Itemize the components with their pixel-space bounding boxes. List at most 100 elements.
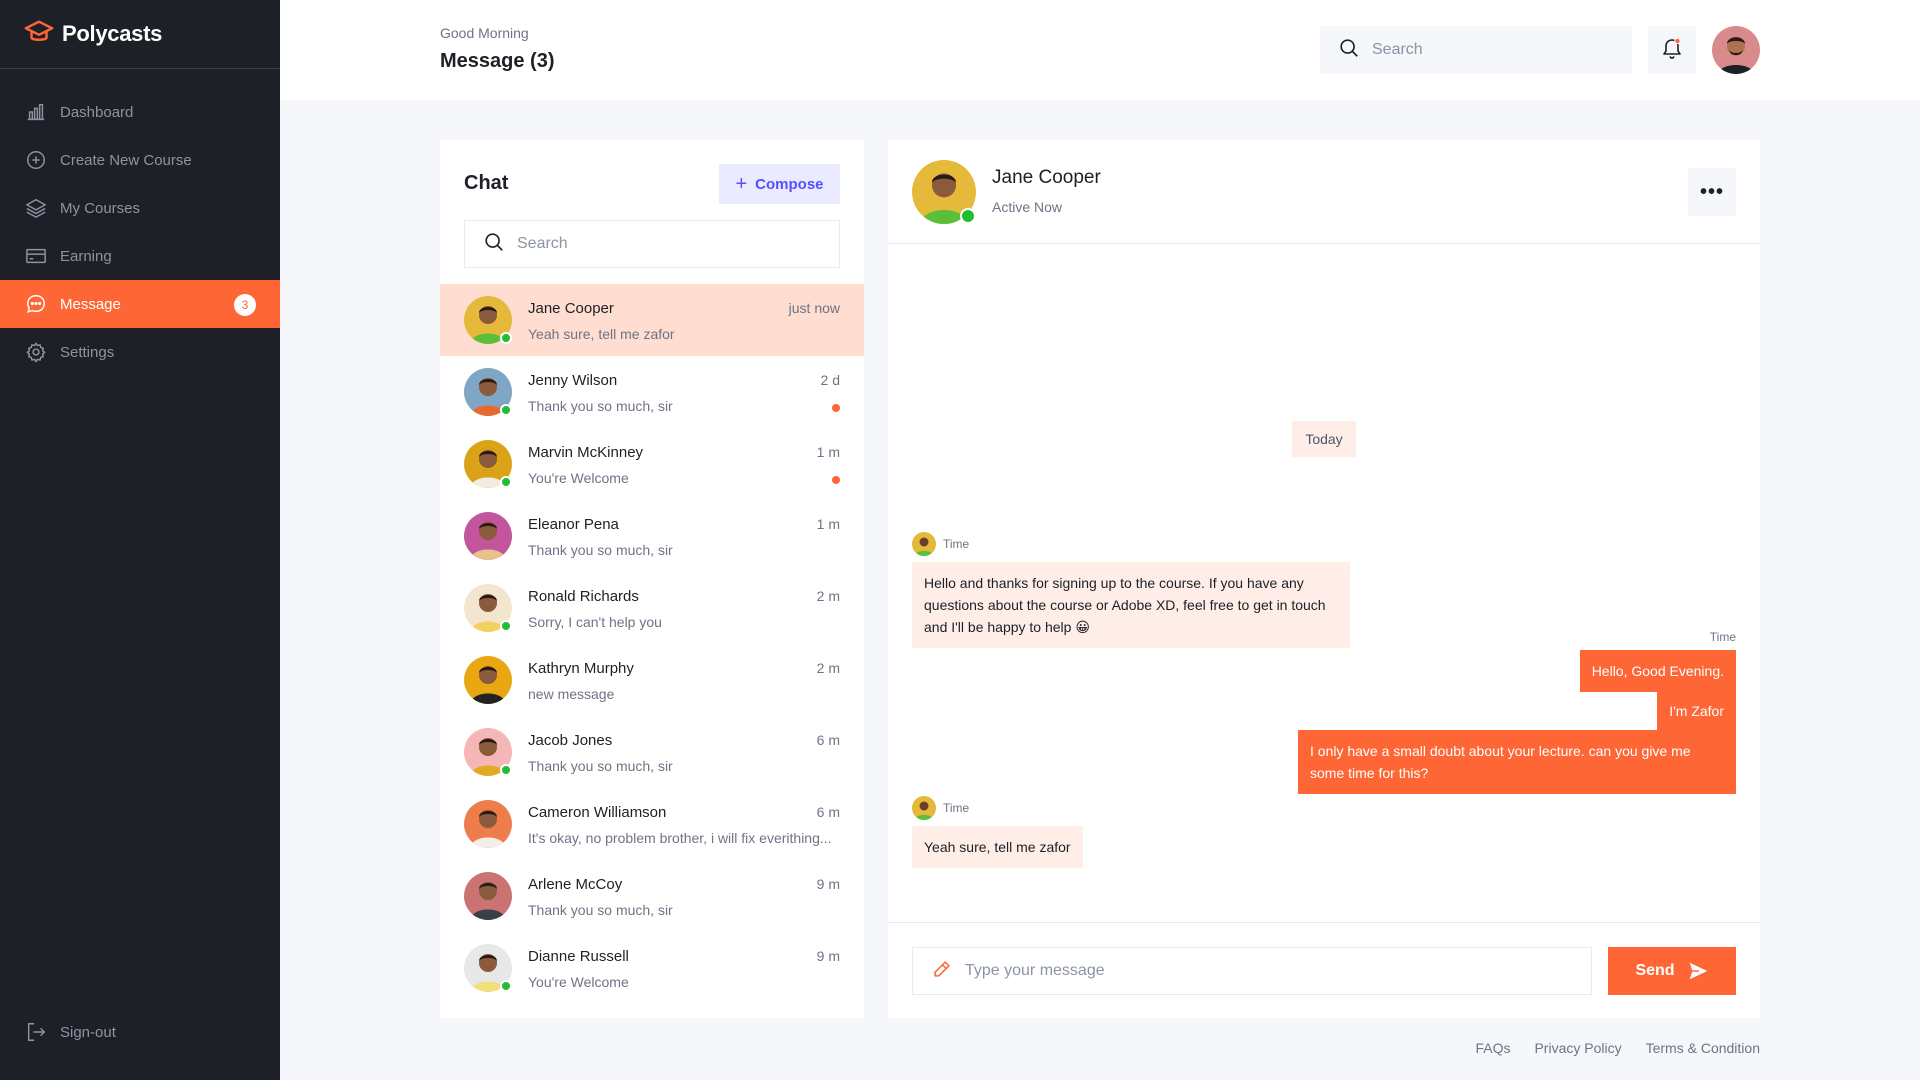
message-time: Time bbox=[943, 537, 970, 551]
compose-label: Compose bbox=[755, 175, 824, 193]
contact-avatar bbox=[464, 800, 512, 848]
message-input[interactable] bbox=[965, 962, 1565, 980]
send-button[interactable]: Send bbox=[1608, 947, 1736, 995]
contact-list: Jane Cooper Yeah sure, tell me zafor just … bbox=[440, 284, 864, 1004]
contact-time: 1 m bbox=[816, 444, 840, 460]
sidebar-item-create-course[interactable]: Create New Course bbox=[0, 136, 280, 184]
plus-icon: + bbox=[735, 172, 748, 195]
search-icon bbox=[1338, 37, 1360, 64]
contact-avatar bbox=[464, 584, 512, 632]
chat-list-panel: Chat + Compose Jane Cooper Yeah sure, tell… bbox=[440, 140, 864, 1018]
contact-row[interactable]: Dianne Russell You're Welcome 9 m bbox=[440, 932, 864, 1004]
sidebar-item-label: My Courses bbox=[60, 199, 141, 217]
contact-name: Eleanor Pena bbox=[528, 516, 619, 533]
sidebar-item-label: Earning bbox=[60, 247, 112, 265]
sidebar-item-earning[interactable]: Earning bbox=[0, 232, 280, 280]
message-time: Time bbox=[1709, 630, 1736, 644]
contact-time: 6 m bbox=[816, 732, 840, 748]
contact-avatar bbox=[464, 296, 512, 344]
online-indicator bbox=[500, 764, 512, 776]
contact-row[interactable]: Jane Cooper Yeah sure, tell me zafor just … bbox=[440, 284, 864, 356]
contact-last-message: You're Welcome bbox=[528, 470, 629, 486]
contact-last-message: Thank you so much, sir bbox=[528, 398, 673, 414]
message-meta: Time bbox=[912, 796, 969, 820]
online-indicator bbox=[500, 620, 512, 632]
contact-avatar-image bbox=[464, 800, 512, 848]
contact-name: Jane Cooper bbox=[992, 167, 1101, 188]
user-avatar[interactable] bbox=[1712, 26, 1760, 74]
compose-button[interactable]: + Compose bbox=[719, 164, 840, 204]
contact-last-message: Thank you so much, sir bbox=[528, 902, 673, 918]
incoming-message: Yeah sure, tell me zafor bbox=[912, 826, 1083, 868]
contact-avatar[interactable] bbox=[912, 160, 976, 224]
top-search-input[interactable] bbox=[1372, 41, 1612, 59]
gear-icon bbox=[24, 340, 48, 364]
contact-row[interactable]: Cameron Williamson It's okay, no problem … bbox=[440, 788, 864, 860]
contact-row[interactable]: Arlene McCoy Thank you so much, sir 9 m bbox=[440, 860, 864, 932]
sidebar-item-label: Create New Course bbox=[60, 151, 192, 169]
contact-row[interactable]: Jacob Jones Thank you so much, sir 6 m bbox=[440, 716, 864, 788]
conversation-header: Jane Cooper Active Now ••• bbox=[888, 140, 1760, 244]
chat-list-title: Chat bbox=[464, 172, 509, 194]
contact-avatar-image bbox=[464, 872, 512, 920]
contact-avatar bbox=[464, 872, 512, 920]
notifications-button[interactable] bbox=[1648, 26, 1696, 74]
contact-avatar bbox=[464, 944, 512, 992]
sidebar-item-label: Sign-out bbox=[60, 1023, 116, 1041]
brand-name: Polycasts bbox=[62, 21, 163, 46]
outgoing-message: I only have a small doubt about your lec… bbox=[1298, 730, 1736, 794]
contact-row[interactable]: Ronald Richards Sorry, I can't help you 2 … bbox=[440, 572, 864, 644]
contact-row[interactable]: Marvin McKinney You're Welcome 1 m bbox=[440, 428, 864, 500]
message-time: Time bbox=[943, 801, 970, 815]
sidebar-item-label: Dashboard bbox=[60, 103, 134, 121]
contact-time: 2 d bbox=[820, 372, 840, 388]
contact-time: 2 m bbox=[816, 588, 840, 604]
stack-icon bbox=[24, 196, 48, 220]
contact-avatar bbox=[464, 728, 512, 776]
sidebar-item-signout[interactable]: Sign-out bbox=[0, 1008, 116, 1056]
contact-name: Arlene McCoy bbox=[528, 876, 623, 893]
message-input-box[interactable] bbox=[912, 947, 1592, 995]
message-composer: Send bbox=[888, 922, 1760, 1018]
contact-name: Jenny Wilson bbox=[528, 372, 618, 389]
sidebar-nav: Dashboard Create New Course My Courses E… bbox=[0, 88, 280, 376]
chat-search-input[interactable] bbox=[517, 235, 817, 253]
page-title: Message (3) bbox=[440, 50, 555, 72]
day-separator: Today bbox=[1292, 421, 1356, 457]
top-search-box[interactable] bbox=[1320, 26, 1632, 74]
online-indicator bbox=[500, 980, 512, 992]
contact-name: Ronald Richards bbox=[528, 588, 639, 605]
search-icon bbox=[483, 231, 505, 258]
footer: FAQs Privacy Policy Terms & Condition bbox=[1451, 1040, 1760, 1056]
sender-avatar bbox=[912, 532, 936, 556]
contact-row[interactable]: Kathryn Murphy new message 2 m bbox=[440, 644, 864, 716]
sidebar-item-dashboard[interactable]: Dashboard bbox=[0, 88, 280, 136]
sidebar: Polycasts Dashboard Create New Course My… bbox=[0, 0, 280, 1080]
contact-last-message: Sorry, I can't help you bbox=[528, 614, 662, 630]
contact-row[interactable]: Jenny Wilson Thank you so much, sir 2 d bbox=[440, 356, 864, 428]
user-avatar-image bbox=[1712, 26, 1760, 74]
contact-name: Jacob Jones bbox=[528, 732, 613, 749]
unread-badge: 3 bbox=[234, 294, 256, 316]
footer-link-terms[interactable]: Terms & Condition bbox=[1646, 1040, 1760, 1056]
contact-avatar bbox=[464, 512, 512, 560]
outgoing-message: Hello, Good Evening. bbox=[1579, 650, 1736, 692]
contact-name: Dianne Russell bbox=[528, 948, 629, 965]
sender-avatar bbox=[912, 796, 936, 820]
contact-row[interactable]: Eleanor Pena Thank you so much, sir 1 m bbox=[440, 500, 864, 572]
online-indicator bbox=[500, 404, 512, 416]
chat-search-box[interactable] bbox=[464, 220, 840, 268]
footer-link-privacy[interactable]: Privacy Policy bbox=[1534, 1040, 1621, 1056]
send-label: Send bbox=[1635, 962, 1675, 979]
brand[interactable]: Polycasts bbox=[0, 0, 280, 69]
bell-icon bbox=[1660, 36, 1684, 65]
footer-link-faqs[interactable]: FAQs bbox=[1475, 1040, 1510, 1056]
sidebar-item-message[interactable]: Message 3 bbox=[0, 280, 280, 328]
sidebar-item-my-courses[interactable]: My Courses bbox=[0, 184, 280, 232]
contact-time: just now bbox=[788, 300, 840, 316]
greeting-text: Good Morning bbox=[440, 25, 529, 41]
sidebar-item-settings[interactable]: Settings bbox=[0, 328, 280, 376]
contact-avatar bbox=[464, 440, 512, 488]
contact-last-message: Thank you so much, sir bbox=[528, 758, 673, 774]
more-options-button[interactable]: ••• bbox=[1688, 168, 1736, 216]
